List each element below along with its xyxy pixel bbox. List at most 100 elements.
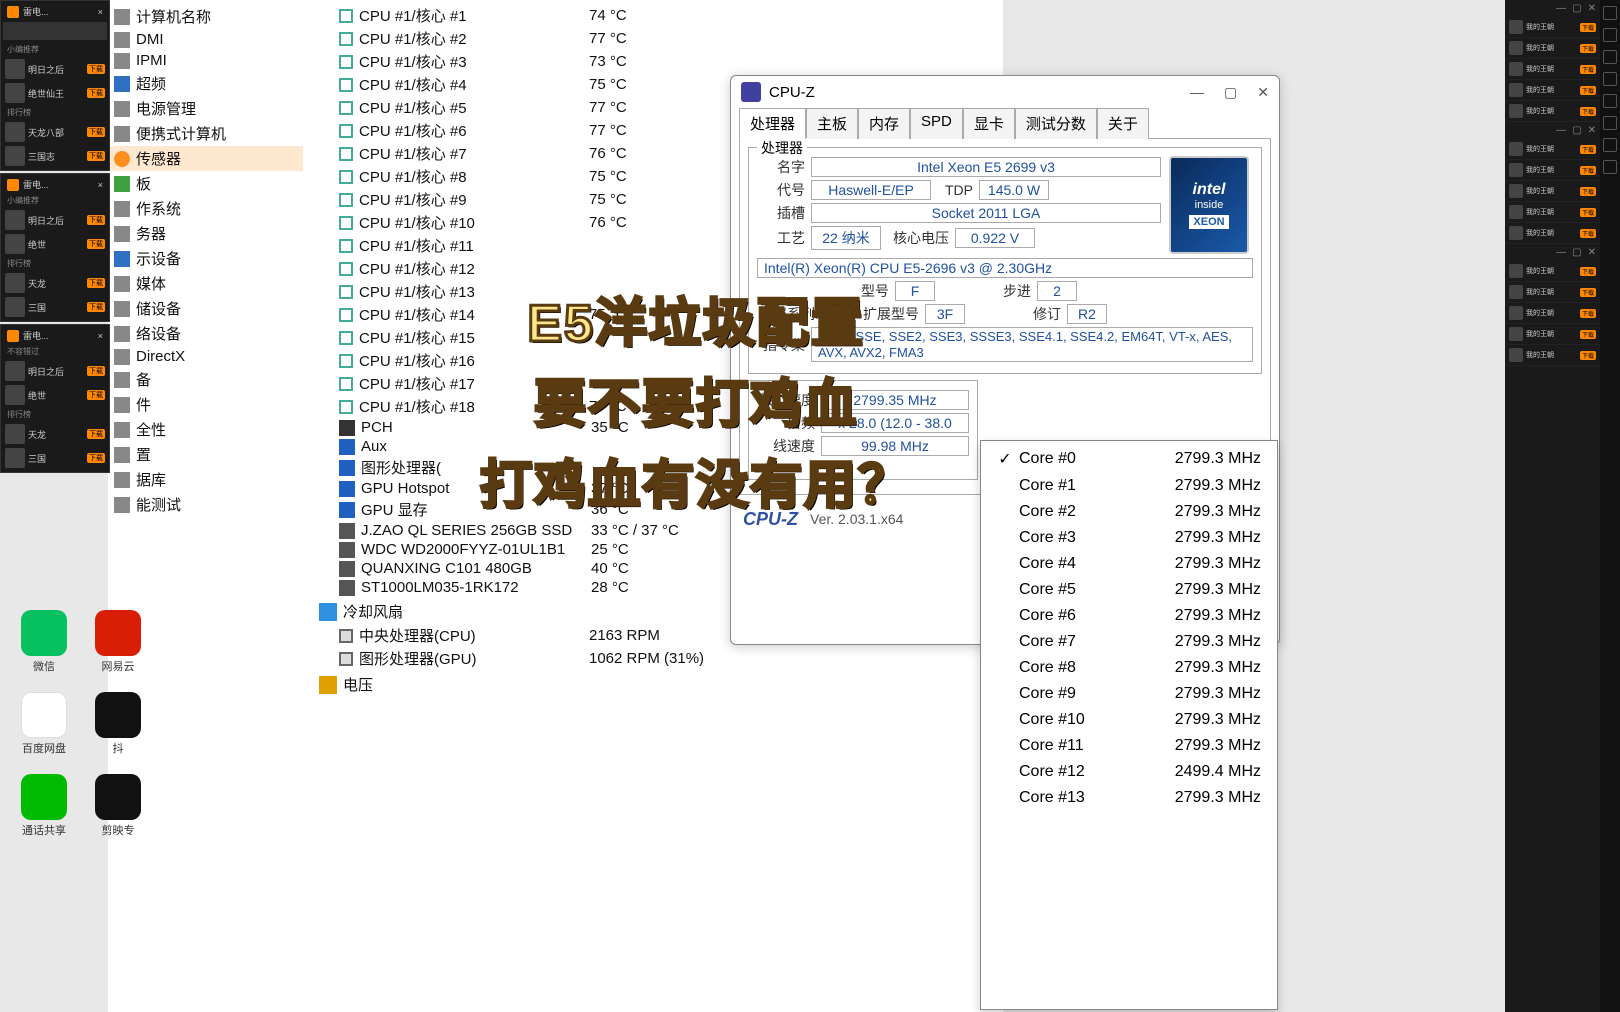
sensor-row[interactable]: CPU #1/核心 #174 °C — [303, 4, 1003, 27]
sensor-checkbox[interactable] — [339, 262, 353, 276]
core-row[interactable]: Core #52799.3 MHz — [981, 577, 1277, 603]
tree-item[interactable]: 传感器 — [108, 146, 303, 171]
core-row[interactable]: Core #32799.3 MHz — [981, 525, 1277, 551]
tree-item[interactable]: 示设备 — [108, 246, 303, 271]
tool-icon[interactable] — [1603, 50, 1617, 64]
cpuz-tab[interactable]: 主板 — [806, 108, 858, 139]
sensor-checkbox[interactable] — [339, 101, 353, 115]
core-row[interactable]: Core #82799.3 MHz — [981, 655, 1277, 681]
tree-item[interactable]: 备 — [108, 367, 303, 392]
sensor-checkbox[interactable] — [339, 147, 353, 161]
game-row[interactable]: 天龙八部下载 — [3, 120, 107, 144]
core-row[interactable]: Core #102799.3 MHz — [981, 707, 1277, 733]
right-game-row[interactable]: 我的王朝下载 — [1505, 303, 1600, 324]
sensor-checkbox[interactable] — [339, 32, 353, 46]
minimize-button[interactable]: — — [1190, 84, 1204, 101]
launcher-tab[interactable]: 雷电...× — [3, 176, 107, 193]
core-row[interactable]: Core #132799.3 MHz — [981, 785, 1277, 811]
game-row[interactable]: 明日之后下载 — [3, 359, 107, 383]
sensor-checkbox[interactable] — [339, 652, 353, 666]
tree-item[interactable]: 能测试 — [108, 492, 303, 517]
game-row[interactable]: 绝世仙王下载 — [3, 81, 107, 105]
core-row[interactable]: Core #92799.3 MHz — [981, 681, 1277, 707]
tool-icon[interactable] — [1603, 116, 1617, 130]
tree-item[interactable]: DirectX — [108, 346, 303, 367]
right-game-row[interactable]: 我的王朝下载 — [1505, 324, 1600, 345]
cpuz-tab[interactable]: 内存 — [858, 108, 910, 139]
desktop-icon[interactable]: 百度网盘 — [14, 692, 74, 756]
game-row[interactable]: 明日之后下载 — [3, 208, 107, 232]
close-button[interactable]: ✕ — [1257, 84, 1269, 101]
right-game-row[interactable]: 我的王朝下载 — [1505, 17, 1600, 38]
sensor-checkbox[interactable] — [339, 124, 353, 138]
tree-item[interactable]: 件 — [108, 392, 303, 417]
tool-icon[interactable] — [1603, 138, 1617, 152]
sensor-checkbox[interactable] — [339, 354, 353, 368]
desktop-icon[interactable]: 网易云 — [88, 610, 148, 674]
cpuz-tab[interactable]: 测试分数 — [1015, 108, 1097, 139]
sensor-checkbox[interactable] — [339, 216, 353, 230]
desktop-icon[interactable]: 剪映专 — [88, 774, 148, 838]
sensor-checkbox[interactable] — [339, 285, 353, 299]
tree-item[interactable]: 便携式计算机 — [108, 121, 303, 146]
mini-window-controls[interactable]: —▢✕ — [1505, 244, 1600, 261]
tree-item[interactable]: 板 — [108, 171, 303, 196]
sensor-checkbox[interactable] — [339, 400, 353, 414]
tool-icon[interactable] — [1603, 28, 1617, 42]
tree-item[interactable]: 电源管理 — [108, 96, 303, 121]
cpuz-titlebar[interactable]: CPU-Z — ▢ ✕ — [731, 76, 1279, 108]
sensor-checkbox[interactable] — [339, 9, 353, 23]
right-game-row[interactable]: 我的王朝下载 — [1505, 202, 1600, 223]
right-game-row[interactable]: 我的王朝下载 — [1505, 160, 1600, 181]
tree-item[interactable]: 务器 — [108, 221, 303, 246]
right-game-row[interactable]: 我的王朝下载 — [1505, 345, 1600, 366]
game-row[interactable]: 绝世下载 — [3, 232, 107, 256]
desktop-icon[interactable]: 抖 — [88, 692, 148, 756]
game-row[interactable]: 明日之后下载 — [3, 57, 107, 81]
core-row[interactable]: Core #122499.4 MHz — [981, 759, 1277, 785]
game-row[interactable]: 三国下载 — [3, 295, 107, 319]
sensor-checkbox[interactable] — [339, 308, 353, 322]
core-row[interactable]: Core #42799.3 MHz — [981, 551, 1277, 577]
core-row[interactable]: Core #62799.3 MHz — [981, 603, 1277, 629]
right-game-row[interactable]: 我的王朝下载 — [1505, 80, 1600, 101]
game-row[interactable]: 天龙下载 — [3, 271, 107, 295]
core-row[interactable]: Core #22799.3 MHz — [981, 499, 1277, 525]
desktop-icon[interactable]: 微信 — [14, 610, 74, 674]
cpuz-tab[interactable]: SPD — [910, 108, 963, 139]
mini-window-controls[interactable]: —▢✕ — [1505, 0, 1600, 17]
tree-item[interactable]: 全性 — [108, 417, 303, 442]
sensor-checkbox[interactable] — [339, 55, 353, 69]
tree-item[interactable]: 置 — [108, 442, 303, 467]
right-game-row[interactable]: 我的王朝下载 — [1505, 261, 1600, 282]
right-game-row[interactable]: 我的王朝下载 — [1505, 181, 1600, 202]
sensor-checkbox[interactable] — [339, 377, 353, 391]
game-row[interactable]: 绝世下载 — [3, 383, 107, 407]
tool-icon[interactable] — [1603, 6, 1617, 20]
tree-item[interactable]: 作系统 — [108, 196, 303, 221]
sensor-checkbox[interactable] — [339, 629, 353, 643]
tool-icon[interactable] — [1603, 94, 1617, 108]
sensor-checkbox[interactable] — [339, 170, 353, 184]
core-row[interactable]: Core #12799.3 MHz — [981, 473, 1277, 499]
tool-icon[interactable] — [1603, 160, 1617, 174]
sensor-checkbox[interactable] — [339, 331, 353, 345]
tree-item[interactable]: 计算机名称 — [108, 4, 303, 29]
right-game-row[interactable]: 我的王朝下载 — [1505, 59, 1600, 80]
core-row[interactable]: Core #112799.3 MHz — [981, 733, 1277, 759]
core-list-dropdown[interactable]: ✓Core #02799.3 MHzCore #12799.3 MHzCore … — [980, 440, 1278, 1010]
right-game-row[interactable]: 我的王朝下载 — [1505, 139, 1600, 160]
game-row[interactable]: 三国志下载 — [3, 144, 107, 168]
launcher-tab[interactable]: 雷电...× — [3, 327, 107, 344]
tree-item[interactable]: 络设备 — [108, 321, 303, 346]
game-row[interactable]: 三国下载 — [3, 446, 107, 470]
tree-item[interactable]: 储设备 — [108, 296, 303, 321]
cpuz-tab[interactable]: 处理器 — [739, 108, 806, 139]
maximize-button[interactable]: ▢ — [1224, 84, 1237, 101]
tree-item[interactable]: IPMI — [108, 50, 303, 71]
cpuz-tab[interactable]: 显卡 — [963, 108, 1015, 139]
right-game-row[interactable]: 我的王朝下载 — [1505, 38, 1600, 59]
cpuz-tab[interactable]: 关于 — [1097, 108, 1149, 139]
right-game-row[interactable]: 我的王朝下载 — [1505, 282, 1600, 303]
right-game-row[interactable]: 我的王朝下载 — [1505, 101, 1600, 122]
